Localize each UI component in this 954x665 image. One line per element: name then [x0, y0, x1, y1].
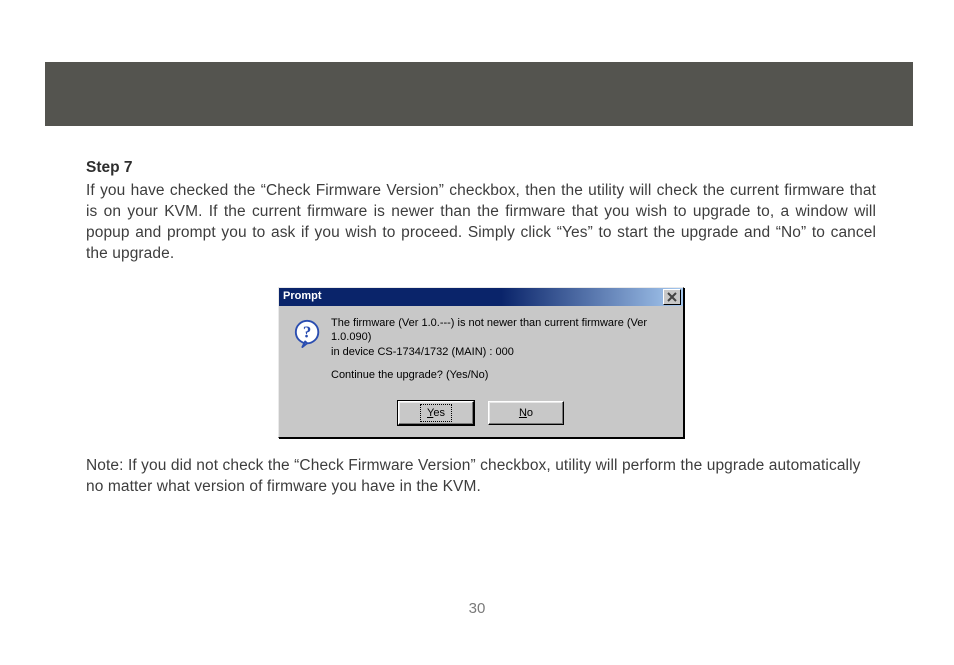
dialog-title: Prompt	[283, 289, 322, 304]
page-number: 30	[0, 600, 954, 617]
prompt-dialog: Prompt ?	[278, 287, 684, 438]
dialog-line-1: The firmware (Ver 1.0.---) is not newer …	[331, 317, 647, 344]
content-block: Step 7 If you have checked the “Check Fi…	[86, 158, 876, 498]
yes-button[interactable]: Yes	[398, 401, 474, 425]
yes-button-rest: es	[433, 407, 445, 419]
dialog-titlebar: Prompt	[279, 288, 683, 306]
dialog-figure: Prompt ?	[86, 287, 876, 438]
note-paragraph: Note: If you did not check the “Check Fi…	[86, 456, 876, 498]
step-paragraph: If you have checked the “Check Firmware …	[86, 181, 876, 265]
dialog-line-3: Continue the upgrade? (Yes/No)	[331, 368, 671, 383]
document-page: Step 7 If you have checked the “Check Fi…	[0, 0, 954, 665]
question-mark-icon: ?	[291, 316, 325, 391]
close-button[interactable]	[663, 289, 681, 305]
no-button[interactable]: No	[488, 401, 564, 425]
dialog-line-2: in device CS-1734/1732 (MAIN) : 000	[331, 346, 514, 358]
svg-text:?: ?	[303, 322, 311, 341]
no-button-rest: o	[527, 407, 533, 419]
dialog-body: ? The firmware (Ver 1.0.---) is not newe…	[279, 306, 683, 395]
dialog-button-row: Yes No	[279, 395, 683, 437]
header-band	[45, 62, 913, 126]
step-title: Step 7	[86, 158, 876, 179]
dialog-message: The firmware (Ver 1.0.---) is not newer …	[325, 316, 671, 391]
close-icon	[667, 292, 677, 302]
